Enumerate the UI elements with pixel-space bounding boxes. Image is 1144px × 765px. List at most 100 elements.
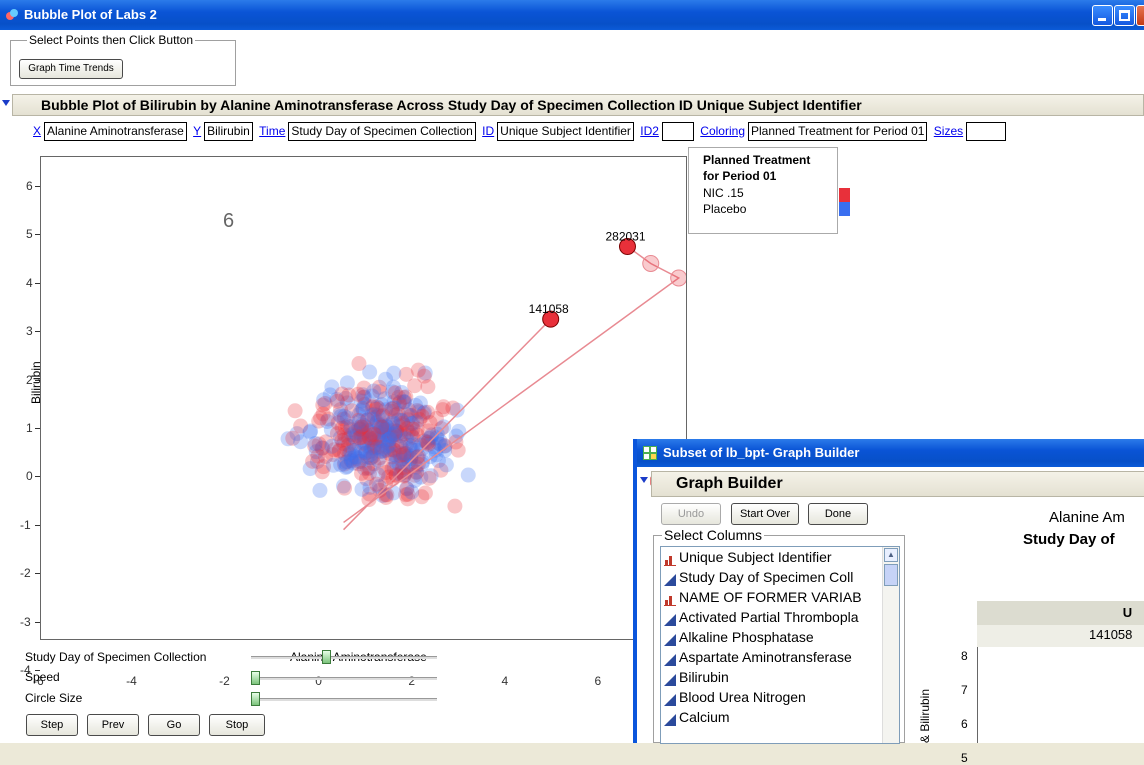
x-role-link[interactable]: X [33,124,41,138]
bubble-point[interactable] [334,386,350,402]
column-item[interactable]: Aspartate Aminotransferase [661,647,883,667]
column-item[interactable]: Alkaline Phosphatase [661,627,883,647]
bubble-point[interactable] [412,395,428,411]
column-item[interactable]: Study Day of Specimen Coll [661,567,883,587]
bubble-point[interactable] [382,431,398,447]
treatment-legend: Planned Treatment for Period 01 NIC .15 … [688,147,850,234]
column-item-label: Calcium [679,709,730,725]
y-role-link[interactable]: Y [193,124,201,138]
prev-button[interactable]: Prev [87,714,139,736]
column-item[interactable]: Calcium [661,707,883,727]
start-over-button[interactable]: Start Over [731,503,799,525]
nominal-bar-icon [664,591,676,606]
bubble-point[interactable] [404,484,420,500]
id2-role-value[interactable] [661,122,694,141]
column-list-scrollbar[interactable]: ▲ [882,547,899,743]
coloring-role-link[interactable]: Coloring [700,124,745,138]
bubble-point[interactable] [350,386,366,402]
bubble-plot-svg[interactable]: 6 141058 282031 [41,157,687,640]
column-item[interactable]: NAME OF FORMER VARIAB [661,587,883,607]
y-tick-label: -2 [20,566,31,581]
column-item[interactable]: Blood Urea Nitrogen [661,687,883,707]
y-tick-mark [35,282,40,284]
column-list[interactable]: Unique Subject Identifier Study Day of Sp… [660,546,900,744]
bubble-plot-frame[interactable]: 6 141058 282031 [40,156,687,640]
bubble-point[interactable] [287,403,303,419]
y-axis-label: Bilirubin [29,361,43,404]
sizes-role-link[interactable]: Sizes [934,124,963,138]
y-tick-label: 6 [26,179,33,193]
column-item[interactable]: Bilirubin [661,667,883,687]
bubble-point[interactable] [409,449,425,465]
study-day-slider-track[interactable] [251,656,437,659]
speed-slider-track[interactable] [251,677,437,680]
time-role-value[interactable]: Study Day of Specimen Collection [288,122,476,141]
bubble-point[interactable] [385,485,401,501]
scroll-up-arrow-icon[interactable]: ▲ [884,548,898,562]
bubble-point[interactable] [460,467,476,483]
column-item[interactable]: Activated Partial Thrombopla [661,607,883,627]
report-outline-title[interactable]: Bubble Plot of Bilirubin by Alanine Amin… [12,94,1144,116]
bubble-point[interactable] [312,482,328,498]
column-item-label: Alkaline Phosphatase [679,629,814,645]
bubble-point[interactable] [347,449,363,465]
bubble-point[interactable] [313,410,329,426]
title-bar[interactable]: Bubble Plot of Labs 2 [0,0,1144,30]
column-item[interactable]: Unique Subject Identifier [661,547,883,567]
maximize-button[interactable] [1114,5,1135,26]
coloring-role-value[interactable]: Planned Treatment for Period 01 [748,122,928,141]
bubble-point[interactable] [354,465,370,481]
y-role-value[interactable]: Bilirubin [204,122,253,141]
bubble-point[interactable] [421,470,437,486]
bubble-point[interactable] [409,421,425,437]
x-role-value[interactable]: Alanine Aminotransferase [44,122,187,141]
bubble-point[interactable] [333,408,349,424]
circle-size-slider-track[interactable] [251,698,437,701]
legend-item-placebo[interactable]: Placebo [703,202,850,218]
undo-button[interactable]: Undo [661,503,721,525]
bubble-point[interactable] [364,388,380,404]
bubble-point[interactable] [366,426,382,442]
point-label-141058: 141058 [529,302,569,316]
bubble-point[interactable] [395,460,411,476]
legend-item-nic[interactable]: NIC .15 [703,186,850,202]
bubble-point[interactable] [305,453,321,469]
speed-slider-row: Speed [25,670,60,688]
gb-outline-title[interactable]: Graph Builder [651,471,1144,497]
bubble-point[interactable] [387,385,403,401]
bubble-point[interactable] [451,423,467,439]
bubble-point[interactable] [333,457,349,473]
bubble-point[interactable] [438,457,454,473]
bubble-point[interactable] [384,401,400,417]
bubble-point[interactable] [416,368,432,384]
id-role-link[interactable]: ID [482,124,494,138]
minimize-button[interactable] [1092,5,1113,26]
id2-role-link[interactable]: ID2 [640,124,659,138]
bubble-point[interactable] [293,434,309,450]
step-button[interactable]: Step [26,714,78,736]
bubble-point[interactable] [447,498,463,514]
bubble-point[interactable] [316,392,332,408]
bubble-point[interactable] [369,476,385,492]
stop-button[interactable]: Stop [209,714,265,736]
sizes-role-value[interactable] [966,122,1007,141]
time-role-link[interactable]: Time [259,124,285,138]
speed-slider-thumb[interactable] [251,671,260,685]
close-button[interactable] [1136,5,1144,26]
scroll-thumb[interactable] [884,564,898,586]
done-button[interactable]: Done [808,503,868,525]
go-button[interactable]: Go [148,714,200,736]
study-day-slider-thumb[interactable] [321,650,331,664]
bubble-point[interactable] [351,414,367,430]
x-tick-label: -2 [219,674,230,688]
graph-builder-title-bar[interactable]: Subset of lb_bpt- Graph Builder [637,439,1144,467]
circle-size-slider-thumb[interactable] [251,692,260,706]
bubble-point[interactable] [435,399,451,415]
bubble-point[interactable] [351,356,367,372]
bubble-point[interactable] [422,415,438,431]
graph-time-trends-button[interactable]: Graph Time Trends [19,59,123,79]
bubble-point[interactable] [337,480,353,496]
bubble-point[interactable] [354,481,370,497]
id-role-value[interactable]: Unique Subject Identifier [497,122,634,141]
bubble-point[interactable] [386,365,402,381]
